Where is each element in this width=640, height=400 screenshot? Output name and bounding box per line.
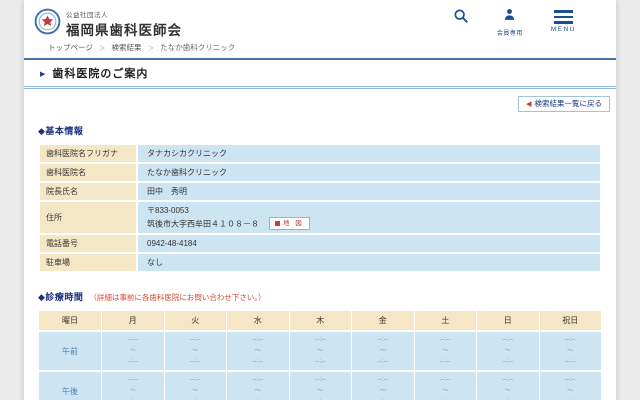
day-header-cell: 土 bbox=[415, 311, 477, 330]
time-cell: --:-- ～ --:-- bbox=[165, 332, 227, 370]
row-value: たなか歯科クリニック bbox=[138, 164, 600, 181]
time-cell: --:-- ～ --:-- bbox=[165, 372, 227, 400]
period-label: 午前 bbox=[39, 332, 101, 370]
time-cell: --:-- ～ --:-- bbox=[540, 372, 602, 400]
basic-info-section-head: ◆基本情報 bbox=[38, 121, 602, 139]
search-icon bbox=[453, 8, 469, 29]
time-cell: --:-- ～ --:-- bbox=[352, 332, 414, 370]
table-row: 歯科医院名 たなか歯科クリニック bbox=[40, 164, 600, 181]
time-cell: --:-- ～ --:-- bbox=[227, 372, 289, 400]
org-type: 公益社団法人 bbox=[66, 9, 182, 19]
hours-header-row: 曜日月火水木金土日祝日 bbox=[39, 311, 601, 330]
time-cell: --:-- ～ --:-- bbox=[290, 332, 352, 370]
member-area-label: 会員専用 bbox=[497, 28, 523, 37]
content-wrapper: 公益社団法人 福岡県歯科医師会 bbox=[24, 0, 616, 400]
address-line: 筑後市大字西牟田４１０８－８地 図 bbox=[147, 217, 591, 231]
time-cell: --:-- ～ --:-- bbox=[352, 372, 414, 400]
row-value: 0942-48-4184 bbox=[138, 235, 600, 252]
search-button[interactable] bbox=[453, 8, 469, 29]
row-label: 歯科医院名 bbox=[40, 164, 136, 181]
back-arrow-icon: ◀ bbox=[526, 101, 531, 108]
day-header-cell: 金 bbox=[352, 311, 414, 330]
page-title: 歯科医院のご案内 bbox=[52, 68, 148, 80]
row-value: 〒833-0053 筑後市大字西牟田４１０８－８地 図 bbox=[138, 202, 600, 234]
member-area-button[interactable]: 会員専用 bbox=[497, 8, 523, 37]
menu-label: MENU bbox=[551, 26, 576, 33]
org-name: 福岡県歯科医師会 bbox=[66, 19, 182, 39]
day-header-cell: 木 bbox=[290, 311, 352, 330]
table-row-address: 住所 〒833-0053 筑後市大字西牟田４１０８－８地 図 bbox=[40, 202, 600, 234]
member-person-icon bbox=[503, 8, 516, 26]
day-header-cell: 曜日 bbox=[39, 311, 101, 330]
breadcrumb-separator: ＞ bbox=[148, 45, 155, 52]
breadcrumb-current: たなか歯科クリニック bbox=[160, 43, 235, 52]
day-header-cell: 祝日 bbox=[540, 311, 602, 330]
time-cell: --:-- ～ --:-- bbox=[227, 332, 289, 370]
table-row: 駐車場 なし bbox=[40, 254, 600, 271]
basic-info-table: 歯科医院名フリガナ タナカシカクリニック 歯科医院名 たなか歯科クリニック 院長… bbox=[38, 143, 602, 274]
map-marker-icon bbox=[275, 221, 280, 226]
day-header-cell: 水 bbox=[227, 311, 289, 330]
time-cell: --:-- ～ --:-- bbox=[102, 332, 164, 370]
map-button-label: 地 図 bbox=[283, 219, 304, 229]
postal-code: 〒833-0053 bbox=[147, 205, 591, 217]
hours-table: 曜日月火水木金土日祝日 午前 --:-- ～ --:-- --:-- ～ --:… bbox=[38, 309, 602, 400]
time-cell: --:-- ～ --:-- bbox=[477, 372, 539, 400]
row-value: なし bbox=[138, 254, 600, 271]
screen: 公益社団法人 福岡県歯科医師会 bbox=[0, 0, 640, 400]
day-header-cell: 火 bbox=[165, 311, 227, 330]
title-triangle-icon: ▶ bbox=[40, 71, 45, 78]
hours-section-head: ◆診療時間 （詳細は事前に各歯科医院にお問い合わせ下さい。） bbox=[38, 287, 602, 305]
back-row: ◀ 検索結果一覧に戻る bbox=[24, 89, 616, 114]
page-title-bar: ▶ 歯科医院のご案内 bbox=[24, 58, 616, 89]
back-to-results-button[interactable]: ◀ 検索結果一覧に戻る bbox=[518, 96, 610, 112]
row-value: タナカシカクリニック bbox=[138, 145, 600, 162]
morning-row: 午前 --:-- ～ --:-- --:-- ～ --:-- --:-- ～ -… bbox=[39, 332, 601, 370]
time-cell: --:-- ～ --:-- bbox=[415, 372, 477, 400]
table-row: 歯科医院名フリガナ タナカシカクリニック bbox=[40, 145, 600, 162]
map-button[interactable]: 地 図 bbox=[269, 217, 310, 231]
time-cell: --:-- ～ --:-- bbox=[415, 332, 477, 370]
hours-section-note: （詳細は事前に各歯科医院にお問い合わせ下さい。） bbox=[89, 293, 265, 302]
basic-info-section-title: ◆基本情報 bbox=[38, 126, 83, 136]
hours-section-title: ◆診療時間 bbox=[38, 292, 83, 302]
row-value: 田中 秀明 bbox=[138, 183, 600, 200]
time-cell: --:-- ～ --:-- bbox=[290, 372, 352, 400]
table-row: 院長氏名 田中 秀明 bbox=[40, 183, 600, 200]
menu-button[interactable]: MENU bbox=[551, 8, 576, 33]
day-header-cell: 日 bbox=[477, 311, 539, 330]
row-label: 駐車場 bbox=[40, 254, 136, 271]
back-button-label: 検索結果一覧に戻る bbox=[535, 99, 603, 108]
table-row: 電話番号 0942-48-4184 bbox=[40, 235, 600, 252]
day-header-cell: 月 bbox=[102, 311, 164, 330]
row-label: 住所 bbox=[40, 202, 136, 234]
row-label: 電話番号 bbox=[40, 235, 136, 252]
breadcrumb: トップページ ＞ 検索結果 ＞ たなか歯科クリニック bbox=[24, 40, 616, 58]
association-logo-icon bbox=[34, 8, 61, 40]
site-header: 公益社団法人 福岡県歯科医師会 bbox=[24, 0, 616, 40]
brand-text: 公益社団法人 福岡県歯科医師会 bbox=[66, 9, 182, 39]
period-label: 午後 bbox=[39, 372, 101, 400]
afternoon-row: 午後 --:-- ～ --:-- --:-- ～ --:-- --:-- ～ -… bbox=[39, 372, 601, 400]
time-cell: --:-- ～ --:-- bbox=[540, 332, 602, 370]
row-label: 歯科医院名フリガナ bbox=[40, 145, 136, 162]
time-cell: --:-- ～ --:-- bbox=[477, 332, 539, 370]
time-cell: --:-- ～ --:-- bbox=[102, 372, 164, 400]
hamburger-menu-icon bbox=[554, 8, 573, 24]
breadcrumb-home-link[interactable]: トップページ bbox=[48, 43, 93, 52]
header-icons: 会員専用 MENU bbox=[453, 8, 576, 37]
breadcrumb-separator: ＞ bbox=[99, 45, 106, 52]
breadcrumb-search-results-link[interactable]: 検索結果 bbox=[112, 43, 142, 52]
row-label: 院長氏名 bbox=[40, 183, 136, 200]
